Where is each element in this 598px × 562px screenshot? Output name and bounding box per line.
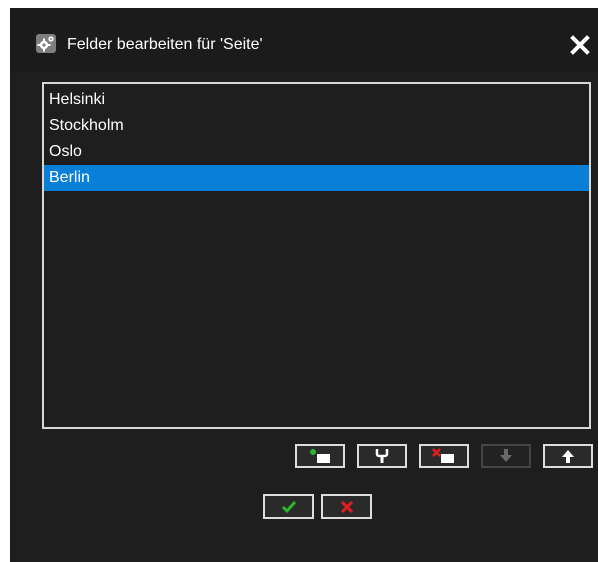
fields-list[interactable]: Helsinki Stockholm Oslo Berlin xyxy=(42,82,591,429)
cancel-button[interactable] xyxy=(321,494,372,519)
list-item-berlin[interactable]: Berlin xyxy=(44,165,589,191)
list-item-oslo[interactable]: Oslo xyxy=(44,139,589,165)
close-icon[interactable] xyxy=(570,35,590,55)
add-field-button[interactable] xyxy=(295,444,345,468)
confirm-button[interactable] xyxy=(263,494,314,519)
move-up-button[interactable] xyxy=(543,444,593,468)
list-item-helsinki[interactable]: Helsinki xyxy=(44,87,589,113)
list-toolbar xyxy=(10,444,598,468)
delete-field-button[interactable] xyxy=(419,444,469,468)
gears-icon xyxy=(36,34,56,53)
dialog-titlebar: Felder bearbeiten für 'Seite' xyxy=(10,8,598,72)
list-item-stockholm[interactable]: Stockholm xyxy=(44,113,589,139)
edit-field-button[interactable] xyxy=(357,444,407,468)
move-down-button[interactable] xyxy=(481,444,531,468)
edit-fields-dialog: Felder bearbeiten für 'Seite' Helsinki S… xyxy=(10,8,598,562)
dialog-title: Felder bearbeiten für 'Seite' xyxy=(67,36,263,53)
